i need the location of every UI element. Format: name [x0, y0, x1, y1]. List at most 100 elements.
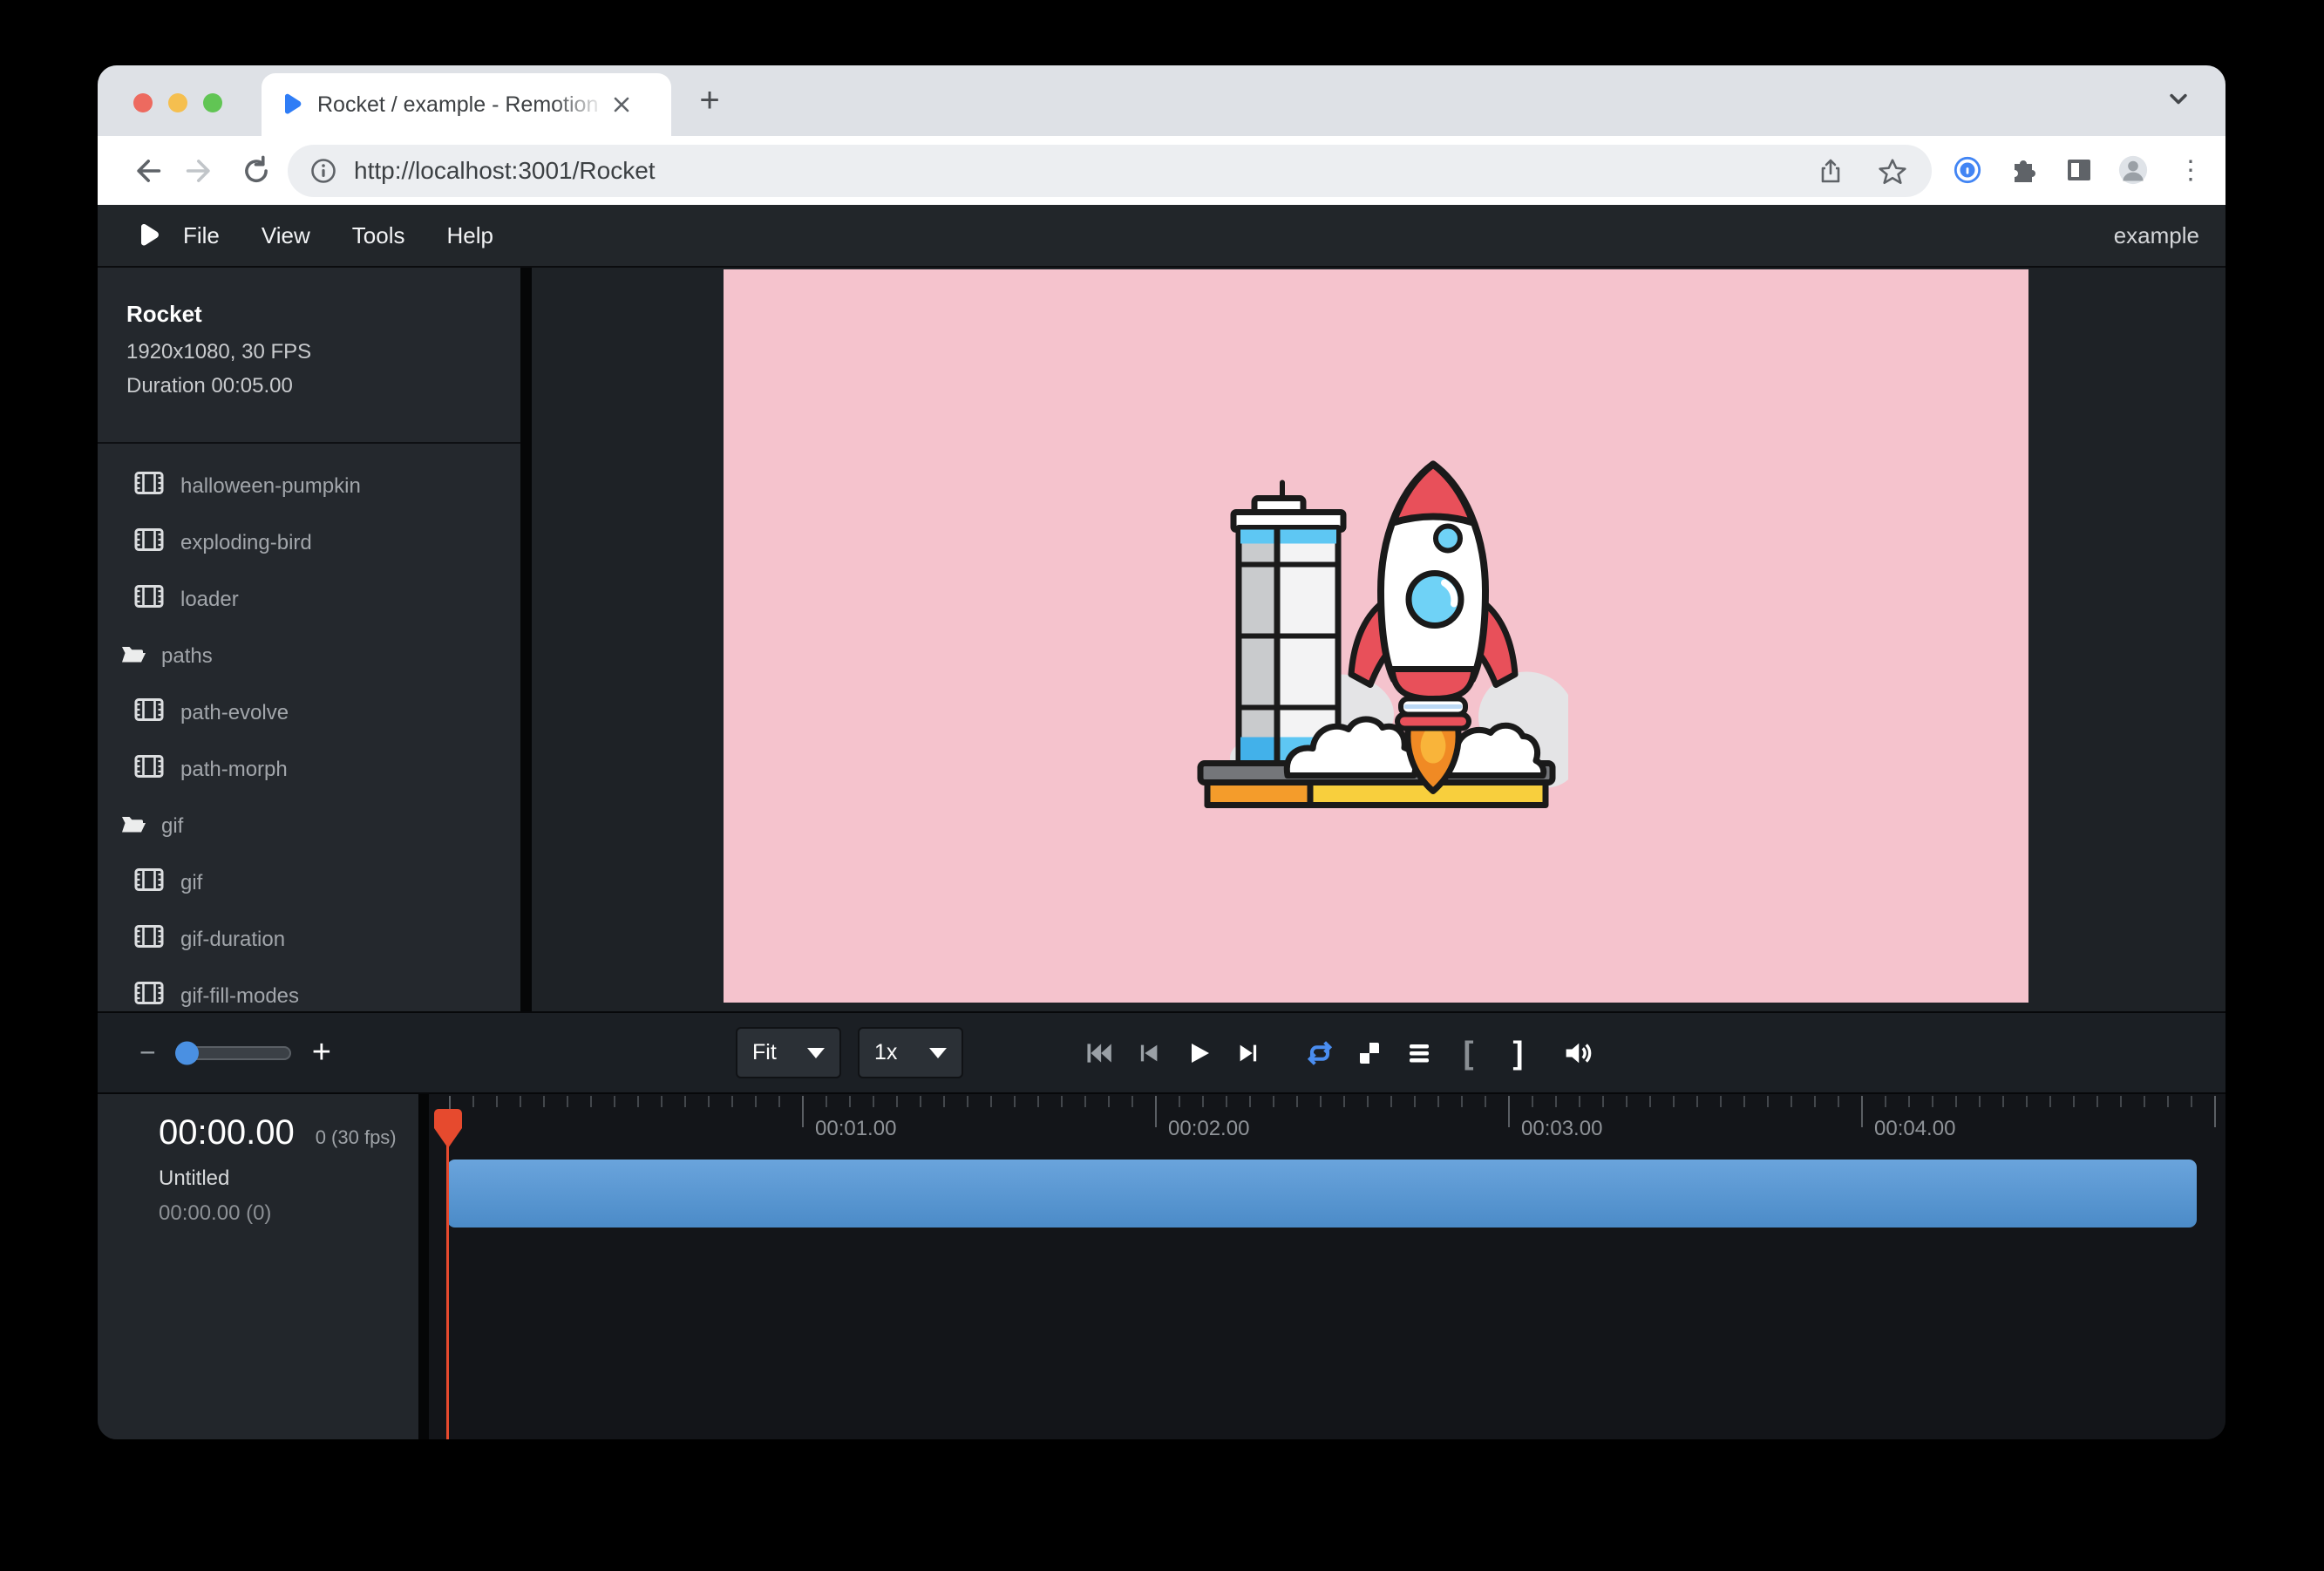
- menu-file[interactable]: File: [162, 222, 241, 249]
- new-tab-button[interactable]: +: [689, 79, 730, 121]
- previous-frame-button[interactable]: [1124, 1040, 1173, 1066]
- checkerboard-icon: [1356, 1039, 1383, 1067]
- film-icon: [134, 584, 164, 615]
- view-controls: Fit 1x: [736, 1013, 963, 1092]
- url-text[interactable]: http://localhost:3001/Rocket: [354, 157, 656, 185]
- video-canvas[interactable]: [724, 269, 2028, 1003]
- rich-timeline-toggle-button[interactable]: [1394, 1039, 1444, 1067]
- side-panel-icon[interactable]: [2064, 155, 2094, 185]
- ruler-label: 00:02.00: [1168, 1117, 1249, 1141]
- prev-frame-icon: [1136, 1040, 1162, 1066]
- timeline-panel-divider: [418, 1094, 429, 1439]
- folder-label: gif: [161, 814, 183, 839]
- composition-label: gif-duration: [180, 928, 285, 952]
- timeline-zoom-control: − +: [139, 1013, 331, 1092]
- composition-label: gif-fill-modes: [180, 984, 299, 1009]
- close-window-button[interactable]: [133, 93, 153, 112]
- skip-start-icon: [1084, 1038, 1114, 1068]
- browser-menu-kebab-icon[interactable]: ⋮: [2176, 155, 2205, 185]
- mute-toggle-button[interactable]: [1552, 1037, 1601, 1069]
- set-out-point-button[interactable]: ]: [1493, 1035, 1543, 1071]
- play-button[interactable]: [1173, 1039, 1223, 1067]
- composition-item-loader[interactable]: loader: [98, 571, 520, 628]
- composition-label: path-evolve: [180, 701, 289, 725]
- composition-item-exploding-bird[interactable]: exploding-bird: [98, 514, 520, 571]
- film-icon: [134, 697, 164, 728]
- loop-icon: [1304, 1037, 1335, 1069]
- browser-toolbar: http://localhost:3001/Rocket ⋮: [98, 136, 2225, 205]
- menu-tools[interactable]: Tools: [331, 222, 426, 249]
- speaker-icon: [1561, 1037, 1593, 1069]
- address-bar[interactable]: http://localhost:3001/Rocket: [288, 145, 1932, 197]
- composition-label: loader: [180, 588, 239, 612]
- play-icon: [1185, 1039, 1213, 1067]
- ruler-label: 00:03.00: [1521, 1117, 1602, 1141]
- player-toolbar: − + Fit 1x: [98, 1011, 2225, 1094]
- playback-rate-value: 1x: [874, 1040, 897, 1065]
- track-duration: 00:00.00 (0): [98, 1201, 418, 1226]
- extensions-puzzle-icon[interactable]: [2008, 155, 2038, 185]
- back-button[interactable]: [127, 152, 166, 190]
- remotion-favicon-icon: [279, 92, 303, 117]
- profile-avatar[interactable]: [2118, 155, 2148, 185]
- forward-button[interactable]: [181, 152, 220, 190]
- menu-view[interactable]: View: [241, 222, 331, 249]
- minimize-window-button[interactable]: [168, 93, 187, 112]
- composition-item-gif-fill-modes[interactable]: gif-fill-modes: [98, 968, 520, 1011]
- zoom-out-button[interactable]: −: [139, 1037, 156, 1069]
- sidebar-resize-handle[interactable]: [520, 268, 532, 1011]
- chevron-down-icon: [929, 1048, 947, 1058]
- timeline-info-panel: 00:00.00 0 (30 fps) Untitled 00:00.00 (0…: [98, 1094, 418, 1439]
- folder-label: paths: [161, 644, 213, 669]
- set-in-point-button[interactable]: [: [1444, 1035, 1493, 1071]
- playback-controls: [ ]: [1074, 1013, 1601, 1092]
- composition-label: gif: [180, 871, 202, 895]
- playhead-handle[interactable]: [434, 1109, 462, 1149]
- timeline-sequence-bar[interactable]: [447, 1160, 2197, 1228]
- slider-knob[interactable]: [175, 1041, 199, 1064]
- bookmark-star-icon[interactable]: [1878, 157, 1906, 185]
- tab-search-chevron-icon[interactable]: [2163, 83, 2194, 114]
- folder-item-paths[interactable]: paths: [98, 628, 520, 684]
- password-manager-icon[interactable]: [1953, 155, 1982, 185]
- ruler-label: 00:04.00: [1874, 1117, 1955, 1141]
- folder-item-gif[interactable]: gif: [98, 798, 520, 854]
- composition-list: halloween-pumpkin exploding-bird loader …: [98, 458, 520, 1011]
- maximize-window-button[interactable]: [203, 93, 222, 112]
- timeline-zoom-slider[interactable]: [177, 1046, 291, 1060]
- film-icon: [134, 754, 164, 785]
- composition-item-gif[interactable]: gif: [98, 854, 520, 911]
- size-select[interactable]: Fit: [736, 1027, 841, 1078]
- compositions-sidebar: Rocket 1920x1080, 30 FPS Duration 00:05.…: [98, 268, 520, 1011]
- playback-rate-select[interactable]: 1x: [858, 1027, 963, 1078]
- film-icon: [134, 981, 164, 1011]
- track-name: Untitled: [98, 1166, 418, 1191]
- composition-item-halloween-pumpkin[interactable]: halloween-pumpkin: [98, 458, 520, 514]
- browser-tab[interactable]: Rocket / example - Remotion P: [262, 73, 671, 136]
- composition-title: Rocket: [126, 301, 520, 328]
- composition-item-path-evolve[interactable]: path-evolve: [98, 684, 520, 741]
- remotion-logo-icon[interactable]: [134, 221, 162, 249]
- tab-close-icon[interactable]: [610, 93, 633, 116]
- zoom-in-button[interactable]: +: [312, 1034, 331, 1071]
- next-frame-icon: [1235, 1040, 1261, 1066]
- loop-toggle-button[interactable]: [1295, 1037, 1344, 1069]
- menu-help[interactable]: Help: [426, 222, 514, 249]
- film-icon: [134, 867, 164, 898]
- lines-icon: [1405, 1039, 1433, 1067]
- reload-button[interactable]: [237, 152, 275, 190]
- next-frame-button[interactable]: [1223, 1040, 1273, 1066]
- macos-window-controls: [133, 93, 222, 112]
- composition-item-gif-duration[interactable]: gif-duration: [98, 911, 520, 968]
- site-info-icon[interactable]: [309, 156, 338, 186]
- composition-resolution: 1920x1080, 30 FPS: [126, 340, 520, 364]
- transparency-toggle-button[interactable]: [1344, 1039, 1394, 1067]
- composition-item-path-morph[interactable]: path-morph: [98, 741, 520, 798]
- timeline-track-area[interactable]: 00:01.00 00:02.00 00:03.00 00:04.00: [429, 1094, 2225, 1439]
- share-icon[interactable]: [1817, 157, 1845, 185]
- folder-open-icon: [120, 812, 146, 840]
- composition-duration: Duration 00:05.00: [126, 374, 520, 398]
- jump-to-start-button[interactable]: [1074, 1038, 1124, 1068]
- composition-label: exploding-bird: [180, 531, 312, 555]
- chevron-down-icon: [807, 1048, 825, 1058]
